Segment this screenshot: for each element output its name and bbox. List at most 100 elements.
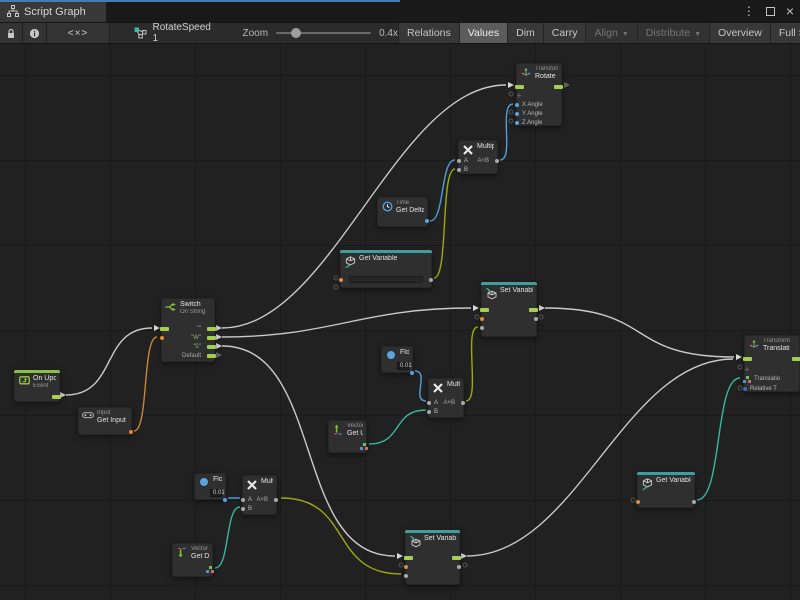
flow-port[interactable] [207, 354, 216, 358]
blue-value-port[interactable] [410, 371, 414, 375]
vector3-port[interactable] [206, 566, 214, 573]
flow-port[interactable] [207, 336, 216, 340]
blue-value-port[interactable] [515, 121, 519, 125]
wire-blue[interactable] [430, 160, 455, 221]
blue-value-port[interactable] [425, 219, 429, 223]
gray-value-port[interactable] [241, 498, 245, 502]
toolbar-button-align[interactable]: Align▼ [585, 23, 636, 43]
gray-value-port[interactable] [274, 498, 278, 502]
wire-flow[interactable] [222, 346, 395, 556]
variable-name-field[interactable] [349, 276, 423, 283]
unconnected-port-ring[interactable] [631, 498, 635, 502]
node-multiply-2[interactable]: MultiplyAA×BB [428, 378, 464, 418]
node-on-update[interactable]: On UpdateEvent [14, 370, 60, 402]
node-get-input-string[interactable]: InputGet Input Strin [78, 407, 132, 435]
wire-teal[interactable] [215, 507, 240, 568]
wire-orange[interactable] [134, 337, 157, 431]
wire-flow[interactable] [66, 328, 152, 395]
flow-port[interactable] [480, 308, 489, 312]
orange-value-port[interactable] [480, 317, 484, 321]
unconnected-port-ring[interactable] [463, 563, 467, 567]
orange-value-port[interactable] [404, 565, 408, 569]
wire-flow[interactable] [222, 85, 506, 328]
lock-button[interactable] [0, 23, 23, 43]
flow-port[interactable] [207, 327, 216, 331]
node-float-1[interactable]: Float0.01 [381, 346, 413, 373]
toolbar-button-distribute[interactable]: Distribute▼ [637, 23, 709, 43]
gray-value-port[interactable] [692, 500, 696, 504]
unconnected-port-ring[interactable] [509, 119, 513, 123]
wire-flow[interactable] [222, 308, 471, 337]
node-set-variable-2[interactable]: Set Variable [405, 530, 460, 585]
unconnected-port-ring[interactable] [475, 315, 479, 319]
node-multiply-1[interactable]: MultiplyAA×BB [458, 140, 498, 174]
unconnected-port-ring[interactable] [509, 110, 513, 114]
wire-blue[interactable] [500, 104, 513, 160]
wire-flow[interactable] [467, 359, 733, 556]
darkblue-value-port[interactable] [743, 387, 747, 391]
wire-blue[interactable] [415, 371, 426, 401]
flow-port[interactable] [452, 556, 461, 560]
gray-value-port[interactable] [427, 401, 431, 405]
wire-green[interactable] [466, 327, 478, 401]
flow-port[interactable] [743, 357, 752, 361]
node-float-2[interactable]: Float0.01 [194, 473, 226, 500]
gray-value-port[interactable] [427, 410, 431, 414]
toolbar-button-relations[interactable]: Relations [398, 23, 459, 43]
unconnected-port-ring[interactable] [738, 365, 742, 369]
toolbar-button-dim[interactable]: Dim [507, 23, 543, 43]
flow-port[interactable] [529, 308, 538, 312]
node-get-variable-1[interactable]: Get Variable [340, 250, 432, 288]
blue-value-port[interactable] [515, 112, 519, 116]
edit-source-button[interactable]: <×> [47, 23, 111, 43]
node-get-up[interactable]: Vector 3Get Up [328, 420, 367, 453]
gray-value-port[interactable] [429, 278, 433, 282]
tab-script-graph[interactable]: Script Graph [0, 2, 106, 22]
gray-value-port[interactable] [461, 401, 465, 405]
node-set-variable-1[interactable]: Set Variable [481, 282, 537, 337]
blue-value-port[interactable] [223, 498, 227, 502]
node-get-delta-time[interactable]: TimeGet Delta Time [377, 197, 428, 227]
unconnected-port-ring[interactable] [334, 285, 338, 289]
gray-value-port[interactable] [480, 326, 484, 330]
gray-value-port[interactable] [241, 507, 245, 511]
toolbar-button-values[interactable]: Values [459, 23, 507, 43]
node-multiply-3[interactable]: MultiplyAA×BB [242, 475, 277, 515]
node-get-variable-2[interactable]: Get Variable [637, 472, 695, 508]
gray-value-port[interactable] [457, 168, 461, 172]
gray-value-port[interactable] [404, 574, 408, 578]
info-button[interactable] [23, 23, 46, 43]
graph-canvas[interactable]: On UpdateEvent InputGet Input Strin Switch… [0, 44, 800, 600]
vector3-port[interactable] [743, 376, 751, 383]
wire-flow[interactable] [545, 308, 734, 357]
node-get-down[interactable]: Vector 3Get Down [172, 543, 213, 577]
gray-value-port[interactable] [457, 159, 461, 163]
flow-port[interactable] [404, 556, 413, 560]
orange-value-port[interactable] [129, 430, 133, 434]
unconnected-port-ring[interactable] [334, 276, 338, 280]
wire-teal[interactable] [369, 410, 426, 444]
wire-teal[interactable] [697, 378, 740, 500]
unconnected-port-ring[interactable] [399, 563, 403, 567]
unconnected-port-ring[interactable] [509, 92, 513, 96]
zoom-slider-handle[interactable] [291, 28, 301, 38]
orange-value-port[interactable] [636, 500, 640, 504]
transform-self-port[interactable]: + [515, 92, 523, 99]
orange-value-port[interactable] [339, 278, 343, 282]
toolbar-button-overview[interactable]: Overview [709, 23, 770, 43]
gray-value-port[interactable] [457, 565, 461, 569]
flow-port[interactable] [160, 327, 169, 331]
flow-port[interactable] [515, 85, 524, 89]
node-translate[interactable]: TransformTranslati+TranslatioRelative T [744, 335, 800, 392]
blue-value-port[interactable] [515, 103, 519, 107]
close-icon[interactable]: × [786, 4, 794, 18]
breadcrumb[interactable]: RotateSpeed 1 [124, 23, 226, 43]
flow-port[interactable] [792, 357, 800, 361]
wire-green[interactable] [281, 498, 401, 574]
transform-self-port[interactable]: + [743, 366, 751, 373]
vector3-port[interactable] [360, 443, 368, 450]
maximize-icon[interactable] [766, 7, 775, 16]
toolbar-button-full-screen[interactable]: Full Screen [770, 23, 800, 43]
flow-port[interactable] [554, 85, 563, 89]
node-switch-on-string[interactable]: SwitchOn String"""W""S"Default [161, 298, 215, 362]
